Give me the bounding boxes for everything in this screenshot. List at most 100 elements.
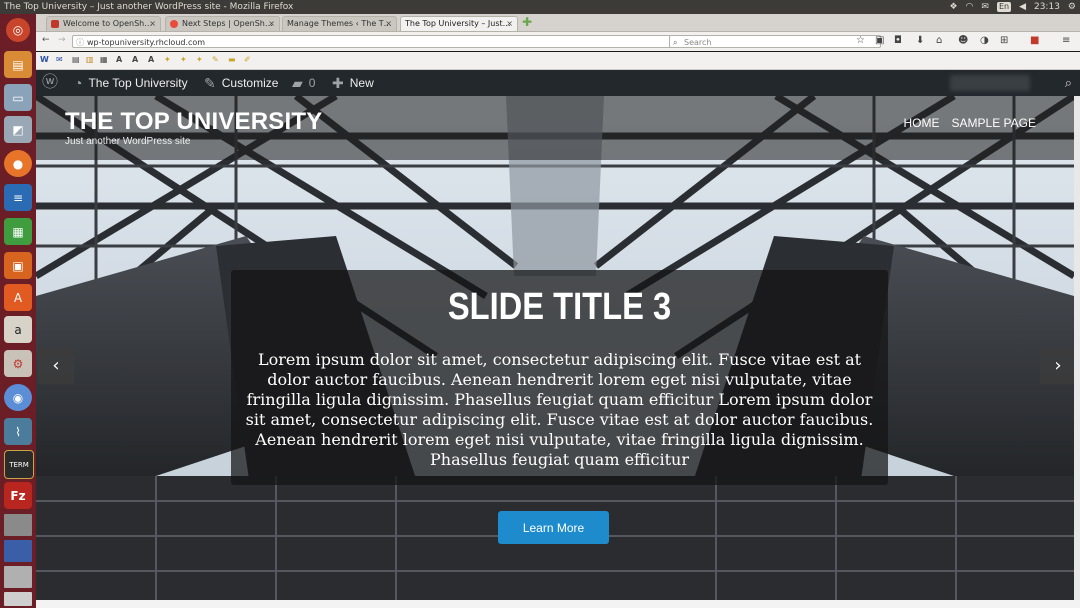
volume-icon[interactable]: ◀ xyxy=(1019,0,1026,14)
dropbox-icon[interactable]: ❖ xyxy=(949,0,957,14)
addon-icon[interactable]: ◑ xyxy=(980,35,989,47)
account-menu-blurred[interactable] xyxy=(950,75,1030,91)
filezilla-icon[interactable]: Fz xyxy=(4,482,32,509)
menu-hamburger-icon[interactable]: ≡ xyxy=(1062,35,1070,47)
slide-caption: SLIDE TITLE 3 Lorem ipsum dolor sit amet… xyxy=(231,270,888,485)
bookmark-icon[interactable]: ✦ xyxy=(164,55,171,64)
site-title[interactable]: THE TOP UNIVERSITY xyxy=(65,108,322,136)
tab-label: Welcome to OpenSh… xyxy=(63,19,153,28)
close-icon[interactable]: × xyxy=(268,17,275,31)
chromium-icon[interactable]: ◉ xyxy=(4,384,32,411)
files-icon[interactable]: ▤ xyxy=(4,51,32,78)
launcher-item-stack[interactable] xyxy=(4,592,32,606)
site-header: THE TOP UNIVERSITY Just another WordPres… xyxy=(36,96,1074,160)
slide-title: SLIDE TITLE 3 xyxy=(447,286,672,328)
launcher-item-stack[interactable] xyxy=(4,540,32,562)
admin-bar-new[interactable]: ✚ New xyxy=(332,70,374,96)
addon-icon[interactable]: ■ xyxy=(1030,35,1039,47)
power-gear-icon[interactable]: ⚙ xyxy=(1068,0,1076,14)
bookmark-icon[interactable]: A xyxy=(148,55,154,64)
pocket-icon[interactable]: ◘ xyxy=(894,35,902,47)
search-bar[interactable]: ⌕ Search xyxy=(669,35,881,48)
bookmark-icon[interactable]: A xyxy=(132,55,138,64)
site-viewport: THE TOP UNIVERSITY Just another WordPres… xyxy=(36,96,1074,600)
downloads-icon[interactable]: ⬇ xyxy=(916,35,924,47)
screenshot-icon[interactable]: ◩ xyxy=(4,116,32,143)
close-icon[interactable]: × xyxy=(385,17,392,31)
tab-manage-themes[interactable]: Manage Themes ‹ The T… × xyxy=(282,16,397,31)
page-scrollbar[interactable] xyxy=(1074,96,1080,600)
bookmark-icon[interactable]: ✉ xyxy=(56,55,63,64)
bookmark-icon[interactable]: ✎ xyxy=(212,55,219,64)
launcher-item-stack[interactable] xyxy=(4,514,32,536)
system-monitor-icon[interactable]: ⌇ xyxy=(4,418,32,445)
chat-icon[interactable]: ☻ xyxy=(958,35,968,47)
site-tagline: Just another WordPress site xyxy=(65,136,191,147)
learn-more-button[interactable]: Learn More xyxy=(498,511,609,544)
tab-next-steps[interactable]: Next Steps | OpenSh… × xyxy=(165,16,280,31)
launcher-item-stack[interactable] xyxy=(4,566,32,588)
clock[interactable]: 23:13 xyxy=(1034,0,1060,14)
bookmark-icon[interactable]: ▦ xyxy=(100,55,108,64)
comment-icon: ▰ xyxy=(292,75,303,91)
admin-bar-customize[interactable]: ✎ Customize xyxy=(204,70,278,96)
calc-icon[interactable]: ▦ xyxy=(4,218,32,245)
close-icon[interactable]: × xyxy=(149,17,156,31)
wifi-icon[interactable]: ◠ xyxy=(966,0,974,14)
search-icon: ⌕ xyxy=(673,38,678,47)
bookmark-icon[interactable]: A xyxy=(116,55,122,64)
close-icon[interactable]: × xyxy=(506,17,513,31)
wordpress-logo-menu[interactable]: ⓦ xyxy=(42,70,58,96)
plus-icon: ✚ xyxy=(332,75,344,91)
forward-arrow-icon[interactable]: → xyxy=(58,35,66,45)
admin-bar-comments[interactable]: ▰ 0 xyxy=(292,70,315,96)
home-icon[interactable]: ⌂ xyxy=(936,35,942,47)
new-label: New xyxy=(349,76,374,90)
openshift-icon xyxy=(170,20,178,28)
new-tab-plus-icon[interactable]: ✚ xyxy=(522,15,532,29)
amazon-icon[interactable]: a xyxy=(4,316,32,343)
admin-bar-site-name[interactable]: ◔ The Top University xyxy=(74,70,188,96)
search-icon[interactable]: ⌕ xyxy=(1065,70,1072,96)
bookmark-icon[interactable]: ▥ xyxy=(86,55,94,64)
site-name-label: The Top University xyxy=(88,76,188,90)
bookmark-icon[interactable]: W xyxy=(40,55,49,64)
bookmark-star-icon[interactable]: ☆ xyxy=(856,35,865,47)
ubuntu-dash-icon[interactable]: ◎ xyxy=(6,18,30,42)
slide-text: Lorem ipsum dolor sit amet, consectetur … xyxy=(245,350,874,469)
firefox-icon[interactable]: ● xyxy=(4,150,32,177)
unity-launcher: ◎ ▤ ▭ ◩ ● ≡ ▦ ▣ A a ⚙ ◉ ⌇ TERM Fz xyxy=(0,14,36,608)
writer-icon[interactable]: ≡ xyxy=(4,184,32,211)
settings-icon[interactable]: ⚙ xyxy=(4,350,32,377)
search-placeholder: Search xyxy=(684,38,712,47)
slider-prev-arrow-icon[interactable]: ‹ xyxy=(38,348,74,384)
computer-icon[interactable]: ▭ xyxy=(4,84,32,111)
wordpress-icon: ⓦ xyxy=(42,74,59,91)
keyboard-layout-indicator[interactable]: En xyxy=(996,2,1012,12)
bookmark-icon[interactable]: ✦ xyxy=(180,55,187,64)
bookmarks-list-icon[interactable]: ▣ xyxy=(875,35,884,47)
impress-icon[interactable]: ▣ xyxy=(4,252,32,279)
window-title: The Top University – Just another WordPr… xyxy=(4,2,294,12)
tab-label: Manage Themes ‹ The T… xyxy=(287,19,392,28)
nav-item-sample-page[interactable]: SAMPLE PAGE xyxy=(952,116,1036,130)
mail-icon[interactable]: ✉ xyxy=(981,0,989,14)
back-arrow-icon[interactable]: ← xyxy=(42,35,50,45)
bookmark-icon[interactable]: ✦ xyxy=(196,55,203,64)
page-bottom-strip xyxy=(36,600,1080,608)
slider-next-arrow-icon[interactable]: › xyxy=(1040,348,1074,384)
bookmark-icon[interactable]: ✐ xyxy=(244,55,251,64)
addon-icon[interactable]: ⊞ xyxy=(1000,35,1008,47)
tab-top-university[interactable]: The Top University – Just… × xyxy=(400,16,518,31)
top-panel: The Top University – Just another WordPr… xyxy=(0,0,1080,14)
tab-welcome-openshift[interactable]: Welcome to OpenSh… × xyxy=(46,16,161,31)
nav-item-home[interactable]: HOME xyxy=(904,116,940,130)
info-icon[interactable]: ⓘ xyxy=(76,36,84,49)
bookmark-icon[interactable]: ▬ xyxy=(228,55,236,64)
gmail-icon xyxy=(51,20,59,28)
bookmark-icon[interactable]: ▤ xyxy=(72,55,80,64)
terminal-icon[interactable]: TERM xyxy=(4,450,34,479)
url-bar[interactable]: ⓘ wp-topuniversity.rhcloud.com ↻ xyxy=(72,35,699,48)
software-center-icon[interactable]: A xyxy=(4,284,32,311)
comments-count: 0 xyxy=(308,76,316,90)
